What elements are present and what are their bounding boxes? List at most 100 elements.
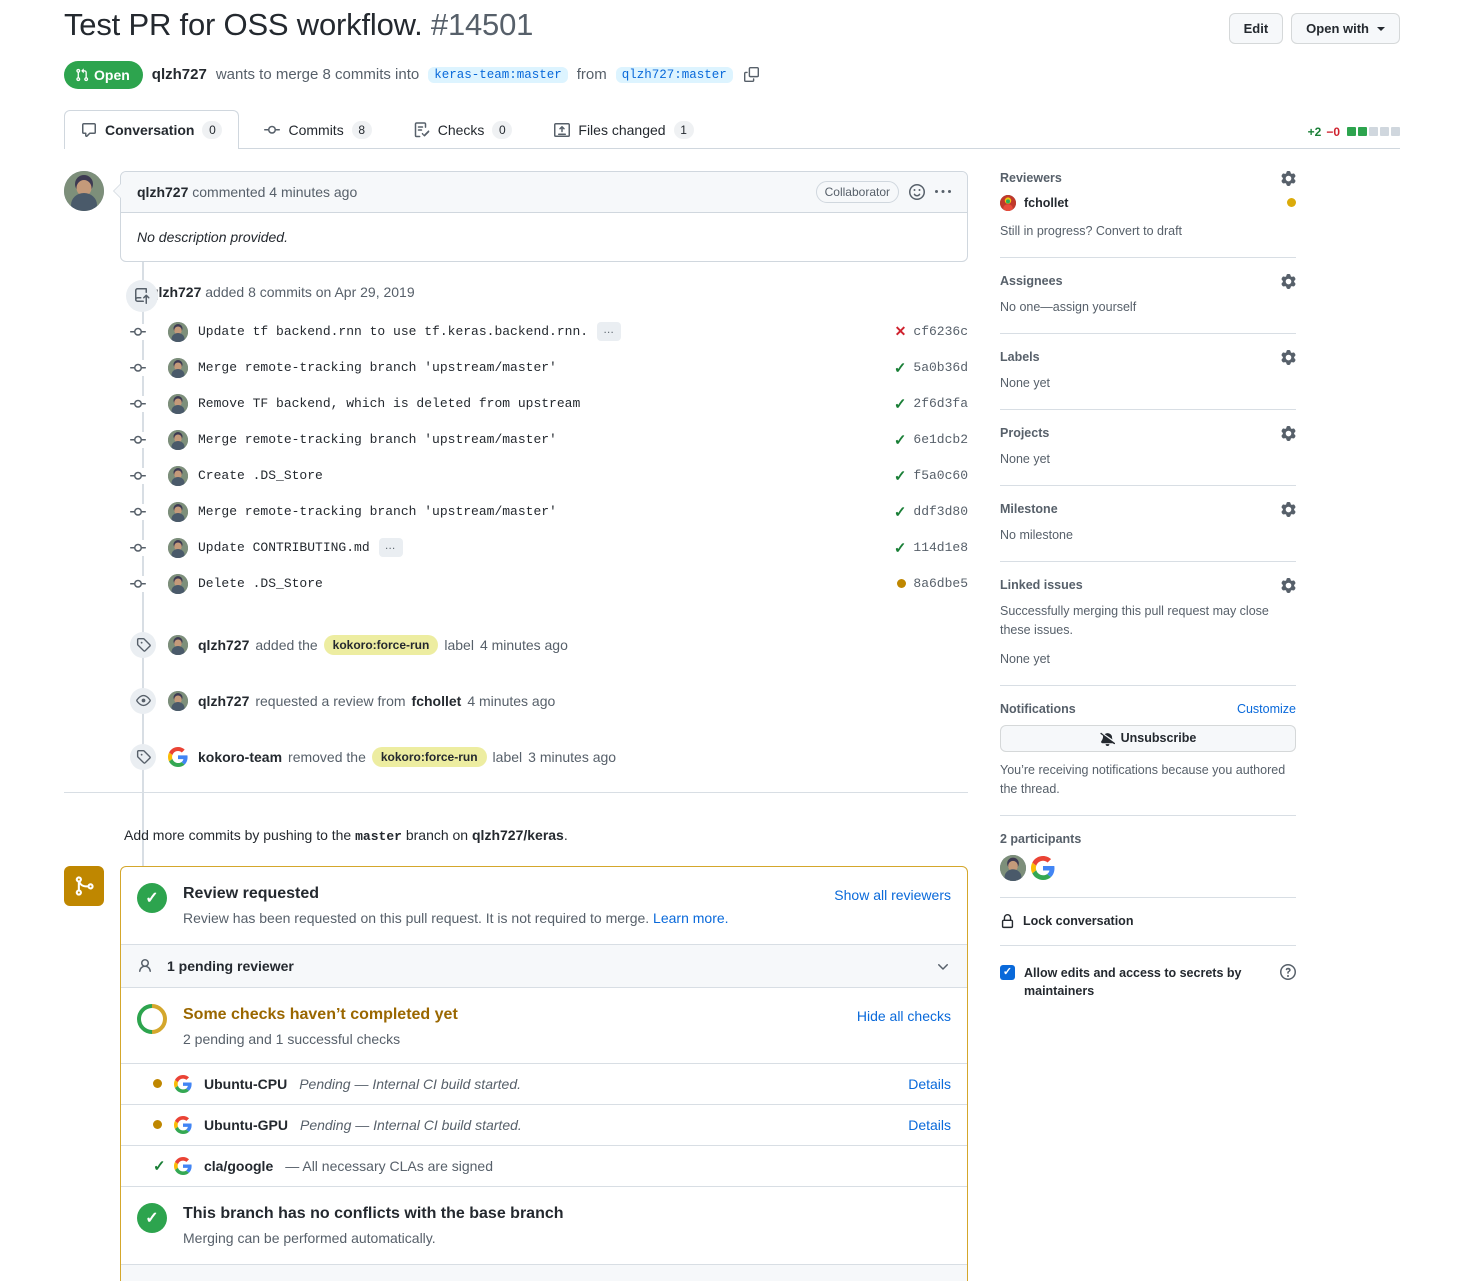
diffstat-block bbox=[1347, 127, 1356, 137]
avatar[interactable] bbox=[168, 690, 188, 711]
pr-subheader: Open qlzh727 wants to merge 8 commits in… bbox=[64, 60, 1400, 89]
projects-value: None yet bbox=[1000, 451, 1051, 466]
commit-status-failure-icon[interactable]: ✕ bbox=[895, 323, 907, 340]
commit-expand-icon[interactable]: … bbox=[597, 322, 622, 342]
commit-message[interactable]: Merge remote-tracking branch 'upstream/m… bbox=[198, 504, 557, 519]
tab-conversation[interactable]: Conversation 0 bbox=[64, 109, 240, 149]
avatar[interactable] bbox=[168, 501, 188, 522]
unsubscribe-button[interactable]: Unsubscribe bbox=[1000, 724, 1296, 752]
bell-slash-icon bbox=[1100, 731, 1115, 746]
edit-button[interactable]: Edit bbox=[1228, 13, 1284, 44]
event-reviewer[interactable]: fchollet bbox=[412, 693, 462, 709]
allow-edits-checkbox[interactable]: ✓ bbox=[1000, 964, 1015, 980]
convert-to-draft-note[interactable]: Still in progress? Convert to draft bbox=[1000, 222, 1296, 241]
check-row: Ubuntu-CPU Pending — Internal CI build s… bbox=[121, 1062, 967, 1104]
commit-message[interactable]: Merge remote-tracking branch 'upstream/m… bbox=[198, 432, 557, 447]
reviewer-item[interactable]: fchollet bbox=[1000, 194, 1296, 211]
kebab-menu-icon[interactable] bbox=[935, 184, 951, 200]
open-with-button[interactable]: Open with bbox=[1291, 13, 1400, 44]
unsubscribe-label: Unsubscribe bbox=[1120, 731, 1197, 746]
avatar[interactable] bbox=[64, 170, 104, 211]
gear-icon[interactable] bbox=[1281, 349, 1296, 365]
google-logo-icon[interactable] bbox=[168, 746, 188, 767]
pull-request-icon bbox=[76, 68, 89, 81]
lock-conversation-button[interactable]: Lock conversation bbox=[1000, 913, 1296, 929]
merge-text-2: from bbox=[576, 66, 607, 84]
copy-icon[interactable] bbox=[743, 67, 759, 83]
commit-row: Merge remote-tracking branch 'upstream/m… bbox=[64, 494, 968, 530]
customize-notifications-link[interactable]: Customize bbox=[1237, 702, 1296, 716]
commit-status-success-icon[interactable]: ✓ bbox=[894, 431, 907, 449]
check-details-link[interactable]: Details bbox=[908, 1117, 951, 1133]
hide-all-checks-link[interactable]: Hide all checks bbox=[857, 1004, 951, 1024]
learn-more-link[interactable]: Learn more. bbox=[653, 910, 728, 926]
event-actor[interactable]: qlzh727 bbox=[198, 637, 249, 653]
google-logo-icon[interactable] bbox=[1031, 855, 1055, 880]
event-actor[interactable]: kokoro-team bbox=[198, 749, 282, 765]
commit-expand-icon[interactable]: … bbox=[378, 538, 403, 558]
pr-tabs: Conversation 0 Commits 8 Checks 0 Files … bbox=[64, 109, 1400, 149]
avatar[interactable] bbox=[168, 634, 188, 655]
tab-checks[interactable]: Checks 0 bbox=[397, 110, 530, 149]
event-pre: removed the bbox=[288, 748, 366, 765]
tab-commits[interactable]: Commits 8 bbox=[247, 110, 388, 149]
commit-status-success-icon[interactable]: ✓ bbox=[894, 503, 907, 521]
avatar[interactable] bbox=[168, 357, 188, 378]
commit-message[interactable]: Update tf backend.rnn to use tf.keras.ba… bbox=[198, 324, 588, 339]
commit-message[interactable]: Create .DS_Store bbox=[198, 468, 323, 483]
commit-message[interactable]: Merge remote-tracking branch 'upstream/m… bbox=[198, 360, 557, 375]
pending-reviewer-row[interactable]: 1 pending reviewer bbox=[121, 943, 967, 988]
commit-sha[interactable]: 8a6dbe5 bbox=[913, 576, 968, 591]
commit-message[interactable]: Delete .DS_Store bbox=[198, 576, 323, 591]
tab-files-changed[interactable]: Files changed 1 bbox=[537, 110, 710, 149]
avatar[interactable] bbox=[168, 537, 188, 558]
avatar[interactable] bbox=[168, 393, 188, 414]
projects-title: Projects bbox=[1000, 426, 1050, 441]
commit-message[interactable]: Update CONTRIBUTING.md bbox=[198, 540, 370, 555]
gear-icon[interactable] bbox=[1281, 170, 1296, 186]
push-hint-prefix: Add more commits by pushing to the bbox=[124, 826, 352, 843]
gear-icon[interactable] bbox=[1281, 501, 1296, 517]
assignees-value[interactable]: No one—assign yourself bbox=[1000, 298, 1296, 317]
commit-message[interactable]: Remove TF backend, which is deleted from… bbox=[198, 396, 580, 411]
reviewer-name: fchollet bbox=[1024, 195, 1069, 210]
commit-sha[interactable]: 114d1e8 bbox=[913, 540, 968, 555]
avatar[interactable] bbox=[168, 321, 188, 342]
event-actor[interactable]: qlzh727 bbox=[198, 693, 249, 709]
commit-sha[interactable]: 2f6d3fa bbox=[913, 396, 968, 411]
check-status-success-icon: ✓ bbox=[153, 1157, 166, 1175]
lock-conversation-label: Lock conversation bbox=[1023, 914, 1134, 929]
avatar[interactable] bbox=[1000, 854, 1026, 881]
label-chip[interactable]: kokoro:force-run bbox=[323, 634, 439, 655]
commit-sha[interactable]: cf6236c bbox=[913, 324, 968, 339]
gear-icon[interactable] bbox=[1281, 273, 1296, 289]
gear-icon[interactable] bbox=[1281, 577, 1296, 593]
avatar[interactable] bbox=[168, 573, 188, 594]
head-branch-chip[interactable]: qlzh727:master bbox=[615, 66, 733, 83]
sidebar-section-milestone: Milestone No milestone bbox=[1000, 501, 1296, 562]
emoji-reaction-icon[interactable] bbox=[909, 183, 925, 200]
commit-sha[interactable]: 6e1dcb2 bbox=[913, 432, 968, 447]
commit-sha[interactable]: 5a0b36d bbox=[913, 360, 968, 375]
commit-status-group: ✕ cf6236c bbox=[895, 323, 968, 340]
avatar[interactable] bbox=[168, 465, 188, 486]
commit-status-success-icon[interactable]: ✓ bbox=[894, 359, 907, 377]
help-icon[interactable] bbox=[1280, 963, 1296, 980]
pr-author[interactable]: qlzh727 bbox=[152, 66, 207, 83]
tag-icon bbox=[130, 631, 156, 658]
gear-icon[interactable] bbox=[1281, 425, 1296, 441]
commit-status-pending-icon[interactable] bbox=[897, 579, 907, 589]
show-all-reviewers-link[interactable]: Show all reviewers bbox=[834, 883, 951, 903]
commit-status-success-icon[interactable]: ✓ bbox=[894, 539, 907, 557]
check-details-link[interactable]: Details bbox=[908, 1076, 951, 1092]
base-branch-chip[interactable]: keras-team:master bbox=[428, 66, 568, 83]
chevron-down-icon[interactable] bbox=[935, 958, 951, 974]
label-chip[interactable]: kokoro:force-run bbox=[371, 746, 487, 767]
commit-status-success-icon[interactable]: ✓ bbox=[894, 467, 907, 485]
commit-sha[interactable]: f5a0c60 bbox=[913, 468, 968, 483]
sidebar-section-reviewers: Reviewers fchollet Still in progress? Co… bbox=[1000, 170, 1296, 258]
comment-author[interactable]: qlzh727 bbox=[137, 184, 188, 200]
commit-status-success-icon[interactable]: ✓ bbox=[894, 395, 907, 413]
commit-sha[interactable]: ddf3d80 bbox=[913, 504, 968, 519]
avatar[interactable] bbox=[168, 429, 188, 450]
